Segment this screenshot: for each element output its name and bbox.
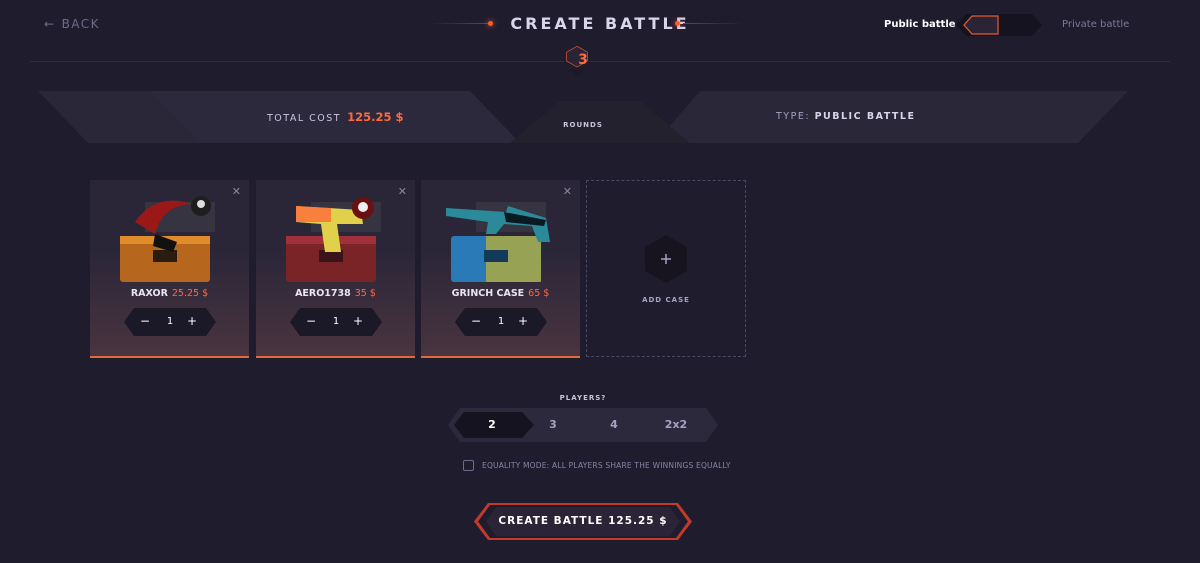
case-name: RAXOR 25.25 $: [130, 288, 209, 299]
title-dot-right: [675, 21, 680, 26]
case-card[interactable]: ✕ RAXOR 25.25 $ − 1 +: [90, 180, 249, 358]
private-battle-option[interactable]: Private battle: [1062, 19, 1129, 30]
add-case-button[interactable]: ADD CASE: [586, 180, 746, 357]
case-price: 25.25 $: [171, 288, 209, 299]
total-cost-label: TOTAL COST: [267, 113, 342, 124]
case-card[interactable]: ✕ GRINCH CASE 65 $ − 1 +: [421, 180, 580, 358]
plus-button[interactable]: +: [353, 314, 363, 328]
players-option-2x2[interactable]: 2x2: [656, 418, 696, 431]
plus-button[interactable]: +: [518, 314, 528, 328]
players-option-4[interactable]: 4: [594, 418, 634, 431]
minus-button[interactable]: −: [140, 314, 150, 328]
add-case-label: ADD CASE: [642, 296, 690, 304]
quantity-value: 1: [166, 316, 174, 327]
quantity-stepper[interactable]: − 1 +: [124, 308, 216, 336]
rounds-value: 3: [578, 52, 588, 68]
equality-label: EQUALITY MODE: ALL PLAYERS SHARE THE WIN…: [482, 461, 731, 470]
rifle-case-icon: [446, 202, 550, 282]
case-name: GRINCH CASE 65 $: [451, 288, 550, 299]
remove-case-icon[interactable]: ✕: [563, 185, 572, 198]
minus-button[interactable]: −: [306, 314, 316, 328]
knife-case-icon: [120, 196, 215, 282]
remove-case-icon[interactable]: ✕: [398, 185, 407, 198]
rounds-label: ROUNDS: [563, 121, 603, 129]
create-battle-button[interactable]: CREATE BATTLE 125.25 $: [474, 515, 692, 527]
remove-case-icon[interactable]: ✕: [232, 185, 241, 198]
pistol-case-icon: [286, 197, 381, 282]
type-value: PUBLIC BATTLE: [814, 111, 916, 122]
total-cost-value: 125.25 $: [347, 110, 404, 124]
equality-mode[interactable]: EQUALITY MODE: ALL PLAYERS SHARE THE WIN…: [463, 460, 731, 471]
title-decoration-right: [683, 23, 743, 24]
header-divider: [30, 61, 1170, 62]
case-price: 65 $: [528, 288, 550, 299]
quantity-value: 1: [497, 316, 505, 327]
case-name: AERO1738 35 $: [295, 288, 376, 299]
info-band: [38, 91, 1128, 143]
players-option-3[interactable]: 3: [533, 418, 573, 431]
quantity-value: 1: [332, 316, 340, 327]
quantity-stepper[interactable]: − 1 +: [455, 308, 547, 336]
type-label: TYPE:: [776, 111, 811, 122]
minus-button[interactable]: −: [471, 314, 481, 328]
players-option-2[interactable]: 2: [472, 418, 512, 431]
players-label: PLAYERS?: [559, 394, 607, 402]
case-card[interactable]: ✕ AERO1738 35 $ − 1 +: [256, 180, 415, 358]
equality-checkbox[interactable]: [463, 460, 474, 471]
battle-type-info: TYPE: PUBLIC BATTLE: [776, 111, 915, 122]
quantity-stepper[interactable]: − 1 +: [290, 308, 382, 336]
public-battle-option[interactable]: Public battle: [884, 19, 956, 30]
total-cost: TOTAL COST 125.25 $: [267, 110, 404, 124]
battle-type-toggle[interactable]: [956, 14, 1042, 36]
plus-icon: [645, 235, 687, 283]
case-price: 35 $: [354, 288, 376, 299]
plus-button[interactable]: +: [187, 314, 197, 328]
